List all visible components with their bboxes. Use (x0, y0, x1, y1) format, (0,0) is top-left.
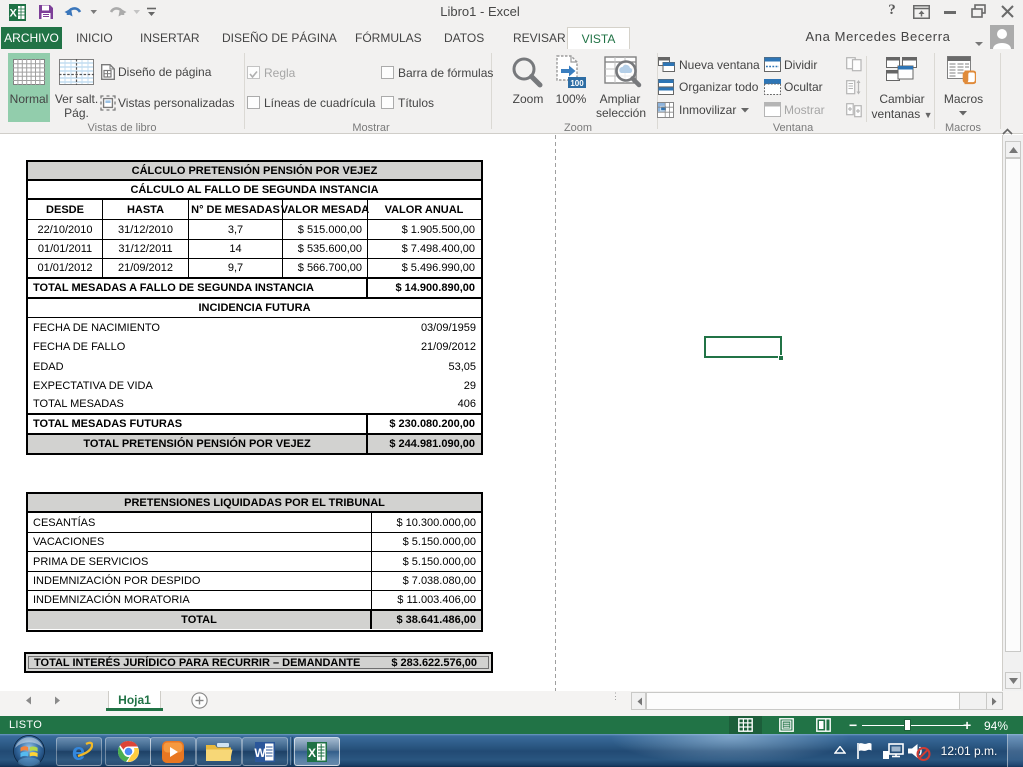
svg-text:e: e (71, 739, 84, 765)
svg-text:W: W (254, 746, 266, 760)
svg-text:X: X (10, 8, 18, 20)
svg-text:100: 100 (570, 79, 584, 88)
svg-text:X: X (308, 746, 316, 760)
